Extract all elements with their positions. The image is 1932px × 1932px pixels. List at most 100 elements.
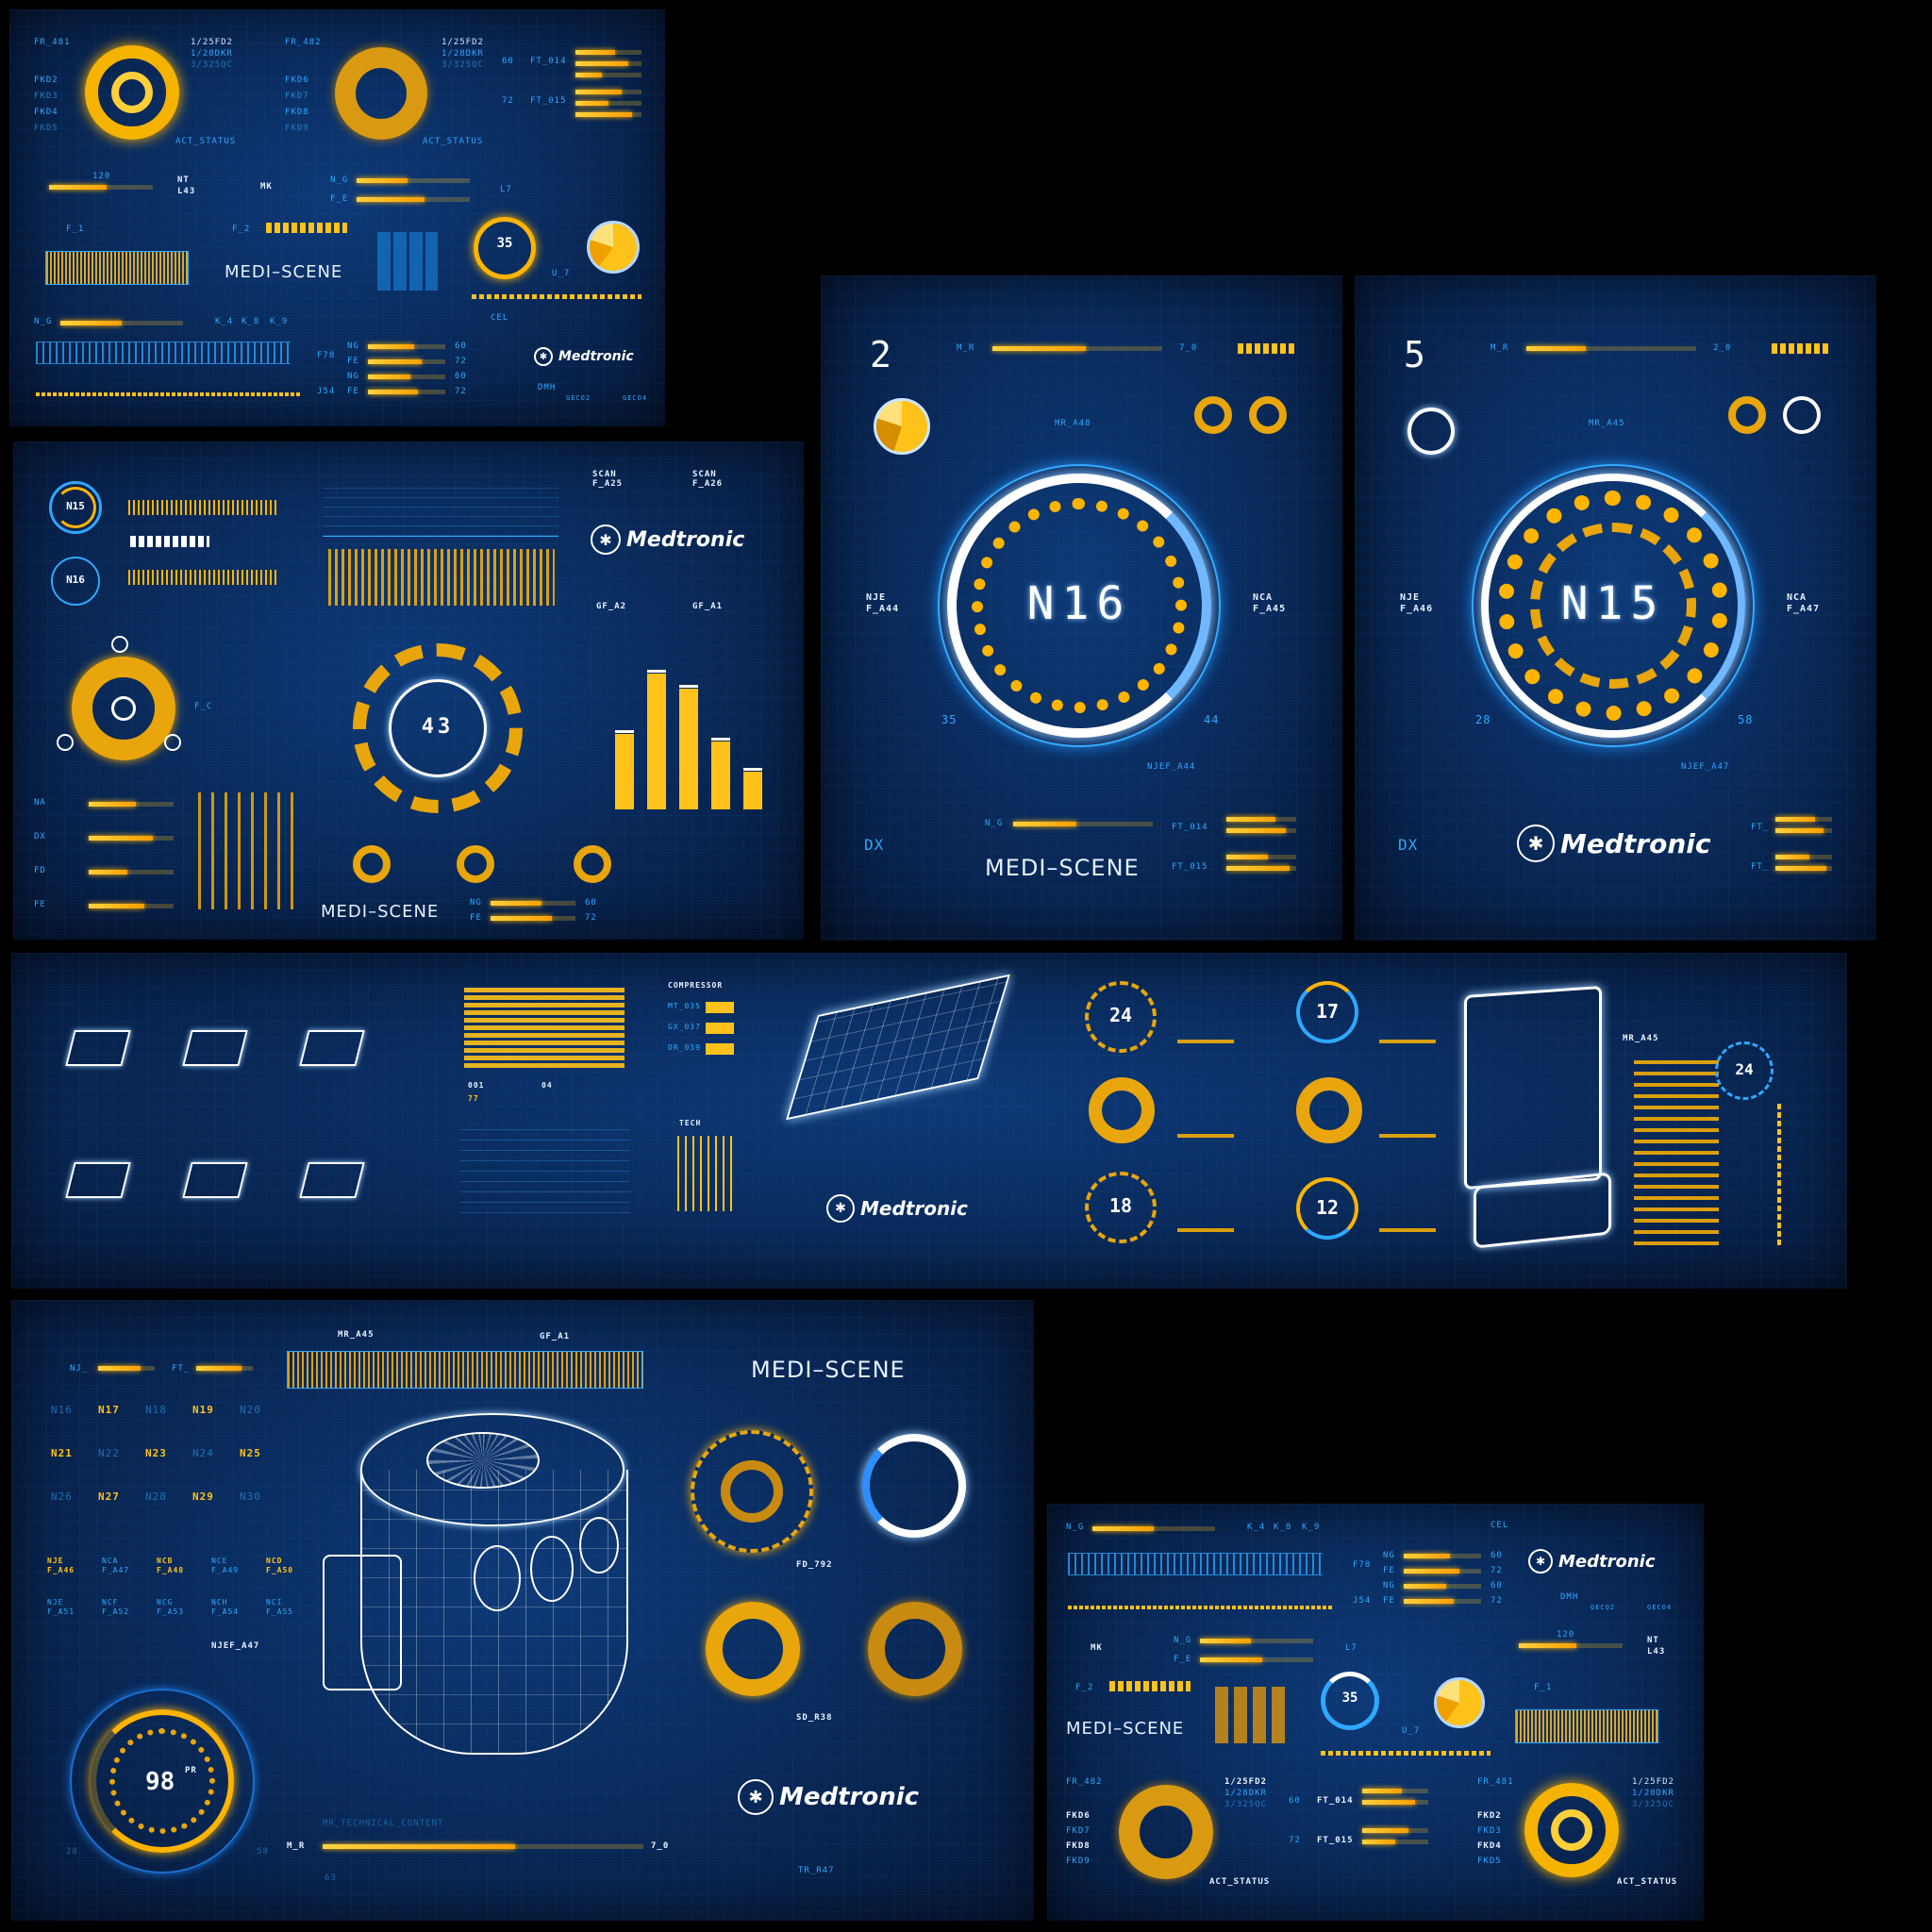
waveform xyxy=(128,570,279,585)
k4-label: K_4 xyxy=(1247,1523,1266,1532)
sd-label: SD_R38 xyxy=(796,1713,833,1723)
channel-cell[interactable]: N29 xyxy=(192,1491,214,1503)
channel-cell[interactable]: N28 xyxy=(145,1491,167,1503)
dmh-label: DMH xyxy=(1560,1592,1579,1602)
mini-dial xyxy=(353,845,391,883)
level-bars xyxy=(1634,1057,1719,1245)
logo-text: Medtronic xyxy=(1558,1551,1656,1572)
row-bar xyxy=(368,344,445,349)
pair-value: F_A51 xyxy=(47,1607,75,1616)
channel-cell[interactable]: N20 xyxy=(240,1404,261,1416)
fkd-label: FKD6 xyxy=(1066,1811,1091,1821)
ng-label: NG xyxy=(470,898,482,908)
counter-value: 24 xyxy=(1735,1060,1754,1078)
channel-cell[interactable]: N26 xyxy=(51,1491,73,1503)
cells xyxy=(1238,343,1294,354)
value-label: 001 xyxy=(468,1081,485,1090)
mk-label: MK xyxy=(1091,1643,1103,1653)
pair-label: NCG xyxy=(157,1598,174,1607)
fkd-label: FKD6 xyxy=(285,75,309,85)
side-label: FD xyxy=(34,866,46,875)
main-dial-value: N16 xyxy=(1026,577,1132,630)
pair-label: NCA xyxy=(102,1557,119,1565)
channel-cell[interactable]: N19 xyxy=(192,1404,214,1416)
monitor-wireframe xyxy=(1464,985,1602,1191)
ng-bar xyxy=(1013,822,1153,826)
keypad[interactable] xyxy=(377,232,438,291)
act-status-label: ACT_STATUS xyxy=(175,137,237,146)
logo-text: Medtronic xyxy=(626,527,745,552)
tr-label: TR_R47 xyxy=(798,1866,835,1875)
nt-label: NT xyxy=(177,175,190,185)
pair-value: F_A47 xyxy=(102,1566,130,1574)
ft-bar xyxy=(1775,855,1832,859)
fkd-label: FKD7 xyxy=(1066,1826,1091,1836)
channel-cell[interactable]: N24 xyxy=(192,1447,214,1459)
v70-label: 7_0 xyxy=(1179,343,1198,353)
channel-cell[interactable]: N23 xyxy=(145,1447,167,1459)
l7-label: L7 xyxy=(500,185,512,194)
keypad[interactable] xyxy=(1215,1687,1289,1743)
pie-gauge xyxy=(587,221,640,274)
status-ring-2 xyxy=(335,47,427,140)
panel-top-left: FR_481 FKD2 FKD3 FKD4 FKD5 1/25FD2 1/28D… xyxy=(9,9,665,426)
ft-bar xyxy=(575,50,641,55)
code-line: 1/25FD2 xyxy=(1632,1777,1674,1787)
pie-gauge xyxy=(874,398,930,455)
pair-label: NCE xyxy=(211,1557,228,1565)
channel-cell[interactable]: N30 xyxy=(240,1491,261,1503)
channel-cell[interactable]: N27 xyxy=(98,1491,120,1503)
value-slider[interactable] xyxy=(49,185,153,190)
counter-value: 12 xyxy=(1315,1196,1340,1219)
side-bar xyxy=(89,904,174,908)
logo-text: Medtronic xyxy=(558,349,634,364)
level-bars xyxy=(464,987,625,1068)
gfa-label: GF_A1 xyxy=(540,1332,571,1341)
channel-cell[interactable]: N18 xyxy=(145,1404,167,1416)
comp-row: DR_039 xyxy=(668,1043,701,1052)
left-label: F_A46 xyxy=(1400,604,1434,614)
medtronic-mark-icon xyxy=(1528,1549,1553,1574)
bar-mark xyxy=(647,674,666,809)
clock-dial xyxy=(862,1434,966,1538)
njef-label: NJEF_A47 xyxy=(211,1641,260,1651)
tech-content-label: MR_TECHNICAL_CONTENT xyxy=(323,1819,444,1828)
cel-label: CEL xyxy=(1491,1521,1509,1530)
progress-strip xyxy=(36,392,300,396)
fkd-label: FKD9 xyxy=(1066,1857,1091,1866)
bar-mark xyxy=(711,741,730,809)
medtronic-mark-icon xyxy=(534,347,553,366)
vertical-gauge xyxy=(1777,1104,1781,1245)
channel-cell[interactable]: N25 xyxy=(240,1447,261,1459)
status-ring-inner xyxy=(1551,1809,1592,1851)
cells xyxy=(1772,343,1828,354)
device-icon xyxy=(182,1030,248,1066)
right-label: F_A45 xyxy=(1253,604,1287,614)
scatter-plot xyxy=(460,1128,630,1213)
fkd-label: FKD2 xyxy=(34,75,58,85)
device-icon xyxy=(299,1162,365,1198)
ft-label: FT_ xyxy=(1751,862,1770,872)
channel-cell[interactable]: N22 xyxy=(98,1447,120,1459)
mk-label: MK xyxy=(260,182,273,192)
scene-title: MEDI–SCENE xyxy=(321,902,440,922)
channel-cell[interactable]: N16 xyxy=(51,1404,73,1416)
row-key: NG xyxy=(347,341,359,351)
control-dial-center xyxy=(111,696,136,721)
gauge-unit: PR xyxy=(185,1766,197,1775)
fkd-label: FKD9 xyxy=(285,124,309,133)
side-label: DX xyxy=(34,832,46,841)
fr-label: FR_481 xyxy=(1477,1777,1514,1787)
ft-bar xyxy=(1362,1800,1428,1805)
side-bar xyxy=(89,836,174,841)
medtronic-logo: Medtronic xyxy=(826,1194,968,1223)
channel-cell[interactable]: N21 xyxy=(51,1447,73,1459)
status-ring xyxy=(1119,1785,1213,1879)
panel-middle-left: N15 N16 NA DX FD FE F_C 43 SCAN F_A25 SC… xyxy=(13,441,804,940)
channel-cell[interactable]: N17 xyxy=(98,1404,120,1416)
value-slider[interactable] xyxy=(1519,1643,1623,1648)
ft-label: FT_014 xyxy=(1172,823,1208,832)
value-60: 60 xyxy=(502,57,514,66)
device-icon xyxy=(182,1162,248,1198)
fe-label: F_E xyxy=(330,194,349,204)
